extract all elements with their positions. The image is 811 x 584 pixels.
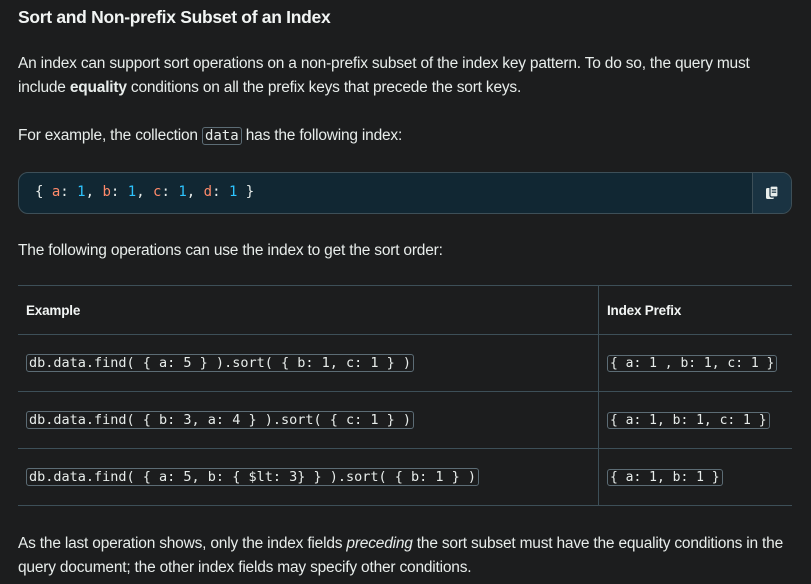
table-row: db.data.find( { a: 5, b: { $lt: 3} } ).s… xyxy=(18,448,792,506)
header-example: Example xyxy=(18,285,599,335)
table-header-row: Example Index Prefix xyxy=(18,285,792,335)
copy-button[interactable] xyxy=(752,173,791,213)
index-code-block: { a: 1, b: 1, c: 1, d: 1 } xyxy=(18,172,792,214)
copy-icon xyxy=(766,185,779,199)
example-text-1: For example, the collection xyxy=(18,127,202,144)
collection-name-code: data xyxy=(201,127,242,145)
key-b: b xyxy=(102,184,111,200)
example-paragraph: For example, the collection data has the… xyxy=(18,124,402,148)
operations-table: Example Index Prefix db.data.find( { a: … xyxy=(18,285,792,506)
key-c: c xyxy=(153,184,162,200)
example-code: db.data.find( { a: 5 } ).sort( { b: 1, c… xyxy=(26,354,415,372)
index-code: { a: 1, b: 1, c: 1, d: 1 } xyxy=(35,184,255,200)
intro-paragraph: An index can support sort operations on … xyxy=(18,52,778,100)
val-c: 1 xyxy=(178,184,187,200)
closing-text-1: As the last operation shows, only the in… xyxy=(18,535,347,552)
table-row: db.data.find( { b: 3, a: 4 } ).sort( { c… xyxy=(18,391,792,449)
closing-italic-preceding: preceding xyxy=(346,535,413,552)
table-row: db.data.find( { a: 5 } ).sort( { b: 1, c… xyxy=(18,334,792,392)
example-code: db.data.find( { a: 5, b: { $lt: 3} } ).s… xyxy=(26,468,480,486)
closing-paragraph: As the last operation shows, only the in… xyxy=(18,532,788,580)
section-heading: Sort and Non-prefix Subset of an Index xyxy=(18,7,331,27)
key-d: d xyxy=(203,184,213,200)
key-a: a xyxy=(51,184,61,200)
prefix-code: { a: 1, b: 1, c: 1 } xyxy=(607,412,770,429)
intro-bold-equality: equality xyxy=(69,79,127,96)
header-index-prefix: Index Prefix xyxy=(598,285,792,335)
prefix-code: { a: 1 , b: 1, c: 1 } xyxy=(607,355,778,372)
example-code: db.data.find( { b: 3, a: 4 } ).sort( { c… xyxy=(26,411,415,429)
prefix-code: { a: 1, b: 1 } xyxy=(607,469,723,486)
val-b: 1 xyxy=(127,184,137,200)
intro-text-2: conditions on all the prefix keys that p… xyxy=(126,79,522,96)
val-a: 1 xyxy=(77,184,86,200)
following-paragraph: The following operations can use the ind… xyxy=(18,242,443,259)
example-text-2: has the following index: xyxy=(241,127,403,144)
